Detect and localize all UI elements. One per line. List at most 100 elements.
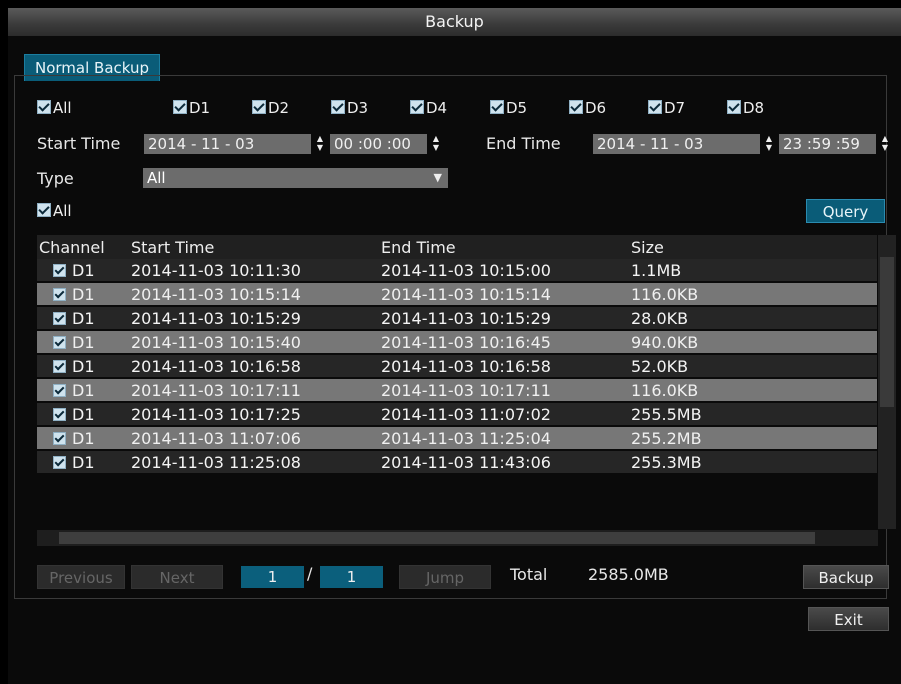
row-size: 255.3MB (629, 450, 877, 475)
checkbox-icon (37, 100, 51, 114)
query-button[interactable]: Query (806, 199, 885, 223)
checkbox-icon (252, 100, 266, 114)
checkbox-icon (331, 100, 345, 114)
chevron-down-icon: ▼ (433, 171, 442, 184)
start-date-spinner-icon[interactable]: ▲ ▼ (315, 134, 325, 154)
row-channel-cell[interactable]: D1 (37, 402, 129, 427)
header-channel: Channel (37, 235, 129, 259)
total-pages: 1 (320, 566, 383, 588)
table-row[interactable]: D1 2014-11-03 10:15:40 2014-11-03 10:16:45… (37, 330, 877, 355)
table-row[interactable]: D1 2014-11-03 10:16:58 2014-11-03 10:16:58… (37, 354, 877, 379)
backup-button[interactable]: Backup (803, 565, 889, 589)
checkbox-icon[interactable] (53, 431, 66, 445)
row-channel-cell[interactable]: D1 (37, 259, 129, 283)
end-clock-field[interactable]: 23 :59 :59 (779, 134, 876, 154)
scroll-thumb[interactable] (59, 532, 815, 544)
jump-button[interactable]: Jump (399, 565, 491, 589)
checkbox-icon (37, 203, 51, 217)
row-size: 255.5MB (629, 402, 877, 427)
records-table: Channel Start Time End Time Size D1 2014-… (37, 235, 897, 535)
window-title: Backup (8, 8, 901, 36)
horizontal-scrollbar[interactable] (37, 530, 878, 546)
scroll-thumb[interactable] (880, 257, 894, 407)
end-date-spinner-icon[interactable]: ▲ ▼ (764, 134, 774, 154)
select-all-records-checkbox[interactable]: All (37, 202, 72, 220)
table-row[interactable]: D1 2014-11-03 10:15:29 2014-11-03 10:15:29… (37, 306, 877, 331)
row-end-time: 2014-11-03 11:43:06 (379, 450, 629, 475)
row-start-time: 2014-11-03 10:15:40 (129, 330, 379, 355)
row-start-time: 2014-11-03 10:16:58 (129, 354, 379, 379)
row-channel-cell[interactable]: D1 (37, 330, 129, 355)
end-date-field[interactable]: 2014 - 11 - 03 (593, 134, 760, 154)
row-end-time: 2014-11-03 10:15:14 (379, 282, 629, 307)
channel-d3-checkbox[interactable]: D3 (331, 99, 368, 117)
table-row[interactable]: D1 2014-11-03 10:11:30 2014-11-03 10:15:00… (37, 259, 877, 283)
row-start-time: 2014-11-03 11:25:08 (129, 450, 379, 475)
type-select[interactable]: All ▼ (143, 168, 448, 188)
row-channel-cell[interactable]: D1 (37, 282, 129, 307)
checkbox-icon[interactable] (53, 407, 66, 421)
next-button[interactable]: Next (131, 565, 223, 589)
type-label: Type (37, 169, 74, 188)
header-size: Size (629, 235, 877, 259)
row-end-time: 2014-11-03 11:07:02 (379, 402, 629, 427)
row-end-time: 2014-11-03 10:16:58 (379, 354, 629, 379)
table-row[interactable]: D1 2014-11-03 11:07:06 2014-11-03 11:25:04… (37, 426, 877, 451)
table-row[interactable]: D1 2014-11-03 10:15:14 2014-11-03 10:15:14… (37, 282, 877, 307)
row-end-time: 2014-11-03 10:16:45 (379, 330, 629, 355)
vertical-scrollbar[interactable] (878, 235, 896, 529)
row-channel-cell[interactable]: D1 (37, 426, 129, 451)
header-end-time: End Time (379, 235, 629, 259)
row-end-time: 2014-11-03 10:15:29 (379, 306, 629, 331)
checkbox-icon[interactable] (53, 287, 66, 301)
page-separator: / (307, 564, 313, 583)
exit-button[interactable]: Exit (808, 607, 889, 631)
row-size: 116.0KB (629, 282, 877, 307)
row-start-time: 2014-11-03 10:15:29 (129, 306, 379, 331)
channel-all-checkbox[interactable]: All (37, 99, 72, 117)
row-end-time: 2014-11-03 10:17:11 (379, 378, 629, 403)
row-size: 28.0KB (629, 306, 877, 331)
checkbox-icon[interactable] (53, 263, 66, 277)
end-clock-spinner-icon[interactable]: ▲ ▼ (880, 134, 890, 154)
channel-d4-checkbox[interactable]: D4 (410, 99, 447, 117)
channel-d1-checkbox[interactable]: D1 (173, 99, 210, 117)
row-start-time: 2014-11-03 10:11:30 (129, 259, 379, 283)
checkbox-icon (410, 100, 424, 114)
checkbox-icon[interactable] (53, 455, 66, 469)
row-start-time: 2014-11-03 10:17:25 (129, 402, 379, 427)
channel-d8-checkbox[interactable]: D8 (727, 99, 764, 117)
channel-d5-checkbox[interactable]: D5 (490, 99, 527, 117)
start-clock-spinner-icon[interactable]: ▲ ▼ (431, 134, 441, 154)
page-input[interactable]: 1 (241, 566, 304, 588)
row-channel-cell[interactable]: D1 (37, 306, 129, 331)
channel-d2-checkbox[interactable]: D2 (252, 99, 289, 117)
row-size: 52.0KB (629, 354, 877, 379)
checkbox-icon (727, 100, 741, 114)
table-row[interactable]: D1 2014-11-03 11:25:08 2014-11-03 11:43:06… (37, 450, 877, 475)
start-clock-field[interactable]: 00 :00 :00 (330, 134, 427, 154)
checkbox-icon (490, 100, 504, 114)
channel-d7-checkbox[interactable]: D7 (648, 99, 685, 117)
channel-d6-checkbox[interactable]: D6 (569, 99, 606, 117)
start-date-field[interactable]: 2014 - 11 - 03 (144, 134, 311, 154)
total-size: 2585.0MB (588, 565, 669, 584)
row-start-time: 2014-11-03 10:15:14 (129, 282, 379, 307)
row-start-time: 2014-11-03 10:17:11 (129, 378, 379, 403)
table-row[interactable]: D1 2014-11-03 10:17:11 2014-11-03 10:17:11… (37, 378, 877, 403)
row-channel-cell[interactable]: D1 (37, 378, 129, 403)
row-size: 116.0KB (629, 378, 877, 403)
row-size: 940.0KB (629, 330, 877, 355)
previous-button[interactable]: Previous (37, 565, 125, 589)
checkbox-icon[interactable] (53, 359, 66, 373)
table-row[interactable]: D1 2014-11-03 10:17:25 2014-11-03 11:07:02… (37, 402, 877, 427)
checkbox-icon[interactable] (53, 383, 66, 397)
row-channel-cell[interactable]: D1 (37, 354, 129, 379)
total-label: Total (510, 565, 548, 584)
row-size: 1.1MB (629, 259, 877, 283)
checkbox-icon[interactable] (53, 311, 66, 325)
checkbox-icon[interactable] (53, 335, 66, 349)
header-start-time: Start Time (129, 235, 379, 259)
row-size: 255.2MB (629, 426, 877, 451)
row-channel-cell[interactable]: D1 (37, 450, 129, 475)
